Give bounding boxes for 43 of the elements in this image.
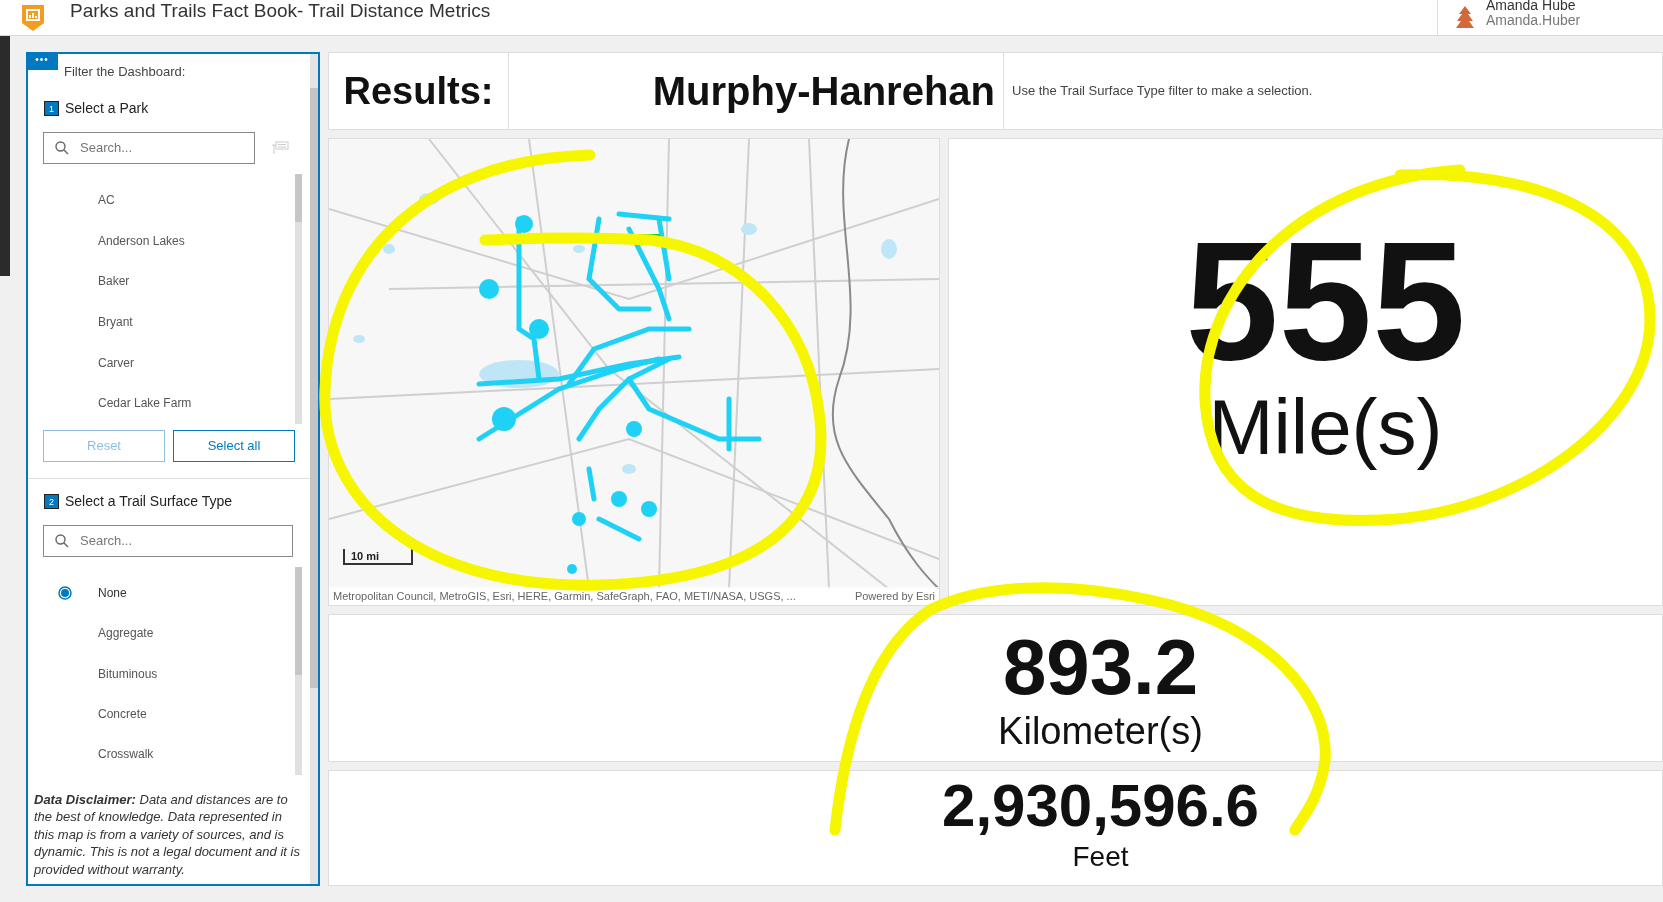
powered-by-text[interactable]: Powered by Esri bbox=[854, 587, 935, 605]
list-item[interactable]: Anderson Lakes bbox=[28, 220, 295, 261]
map-attribution: Metropolitan Council, MetroGIS, Esri, HERE, Garmin, SafeGraph, FAO, METI/NASA, USGS, ... bbox=[333, 588, 796, 604]
list-item[interactable]: Bryant bbox=[28, 301, 295, 343]
list-action-button[interactable]: Select all bbox=[173, 429, 295, 462]
list-item[interactable]: None bbox=[28, 572, 295, 613]
app-logo-icon bbox=[20, 4, 46, 31]
list-item[interactable]: Baker bbox=[28, 260, 295, 302]
search-field[interactable]: Search... bbox=[43, 524, 293, 557]
list-item[interactable]: Cedar Lake Farm bbox=[28, 382, 295, 424]
panel-title: Filter the Dashboard: bbox=[64, 63, 186, 81]
section-title: Select a Trail Surface Type bbox=[65, 491, 233, 511]
panel-scrollbar[interactable] bbox=[310, 88, 318, 688]
section-title: Select a Park bbox=[65, 98, 149, 118]
instruction-text: Use the Trail Surface Type filter to make a selection. bbox=[1011, 82, 1313, 101]
metric-unit: Feet bbox=[1072, 841, 1129, 873]
list-item[interactable]: Crosswalk bbox=[28, 734, 295, 775]
user-name: Amanda Hube bbox=[1486, 0, 1577, 13]
scale-bar: 10 mi bbox=[343, 549, 413, 565]
park-name: Murphy-Hanrehan bbox=[509, 53, 1004, 129]
list-item[interactable]: Aggregate bbox=[28, 612, 295, 654]
app-title: Parks and Trails Fact Book- Trail Distance Metrics bbox=[70, 0, 491, 24]
metric-value: 2,930,596.6 bbox=[942, 771, 1259, 841]
metric-unit: Kilometer(s) bbox=[998, 709, 1203, 753]
search-field[interactable]: Search... bbox=[43, 131, 255, 164]
filter-options-icon[interactable] bbox=[271, 140, 289, 155]
radio-selected-icon bbox=[58, 585, 72, 600]
step-number-badge: 2 bbox=[44, 493, 59, 509]
user-id: Amanda.Huber bbox=[1486, 12, 1581, 28]
list-scrollbar[interactable] bbox=[295, 173, 302, 222]
list-item[interactable]: AC bbox=[28, 179, 295, 221]
list-item[interactable]: Concrete bbox=[28, 693, 295, 735]
search-icon bbox=[55, 140, 69, 155]
step-number-badge: 1 bbox=[44, 100, 59, 116]
metric-unit: Mile(s) bbox=[1208, 384, 1443, 470]
list-item[interactable]: Bituminous bbox=[28, 653, 295, 694]
results-label: Results: bbox=[329, 53, 509, 129]
search-icon bbox=[55, 533, 69, 548]
more-menu-button[interactable]: ••• bbox=[26, 52, 58, 70]
list-item[interactable]: Carver bbox=[28, 342, 295, 383]
list-scrollbar[interactable] bbox=[295, 566, 302, 675]
metric-value: 893.2 bbox=[1002, 625, 1199, 709]
disclaimer-text: Data Disclaimer: Data and distances are to the best of knowledge. Data represented in this map is from a variety of sources, and is dynamic. This is not a legal document and it is provided without warranty. bbox=[32, 790, 301, 879]
